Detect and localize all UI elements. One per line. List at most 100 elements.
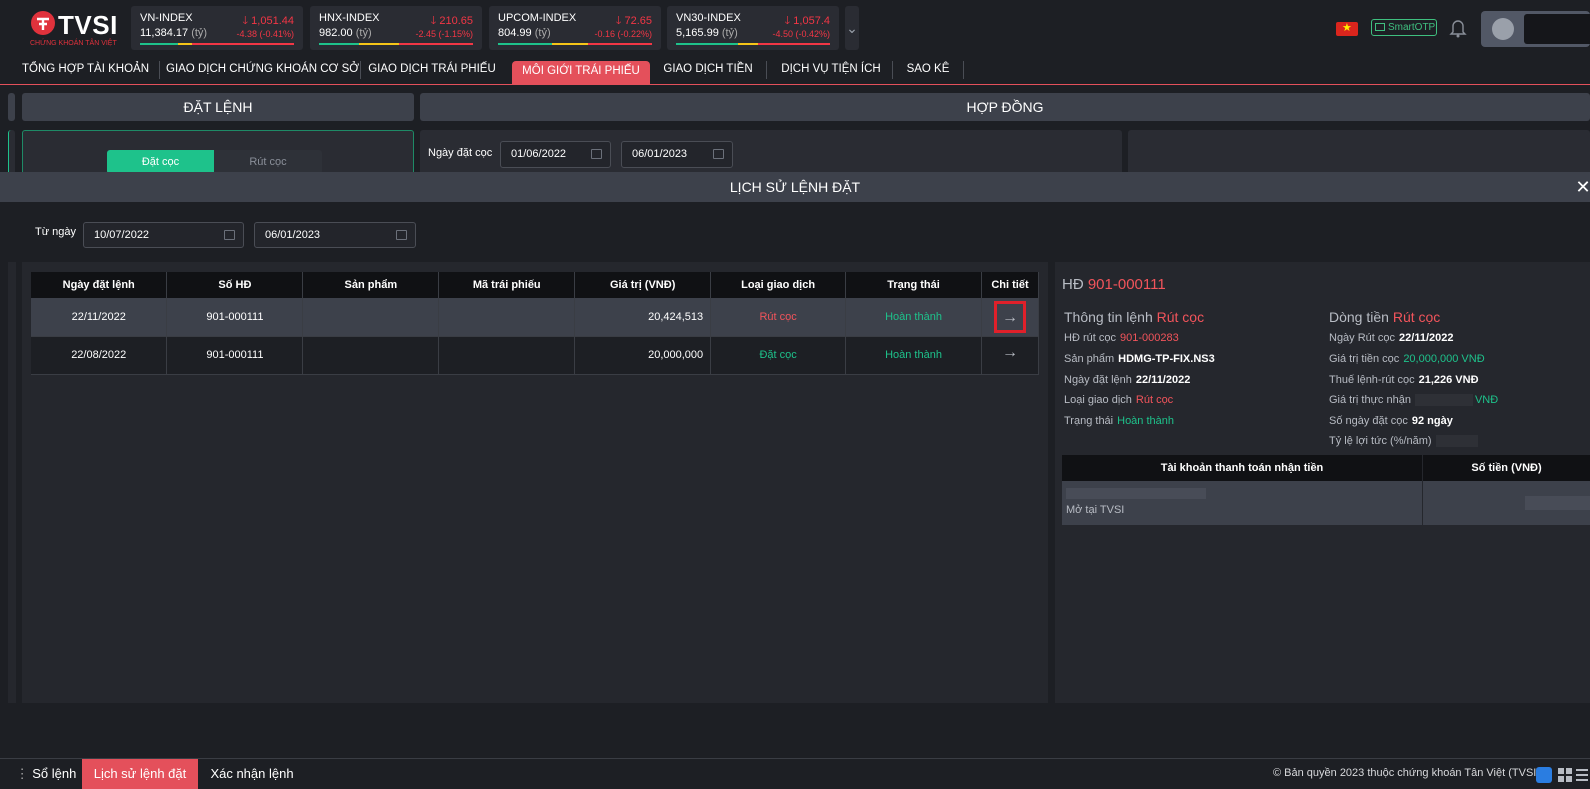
masked-account — [1066, 488, 1206, 499]
cell-value: 20,424,513 — [574, 298, 712, 337]
history-from-date[interactable]: 10/07/2022 — [83, 222, 244, 248]
nav-tong-hop[interactable]: TỔNG HỢP TÀI KHOẢN — [18, 61, 153, 85]
cell-product — [302, 298, 440, 337]
tab-hop-dong[interactable]: HỢP ĐỒNG — [420, 93, 1590, 121]
date-value: 01/06/2022 — [511, 148, 567, 160]
user-menu[interactable] — [1481, 11, 1590, 47]
logo-brand: TVSI — [58, 10, 118, 40]
nav-separator — [159, 61, 160, 79]
cell-detail: → — [981, 336, 1040, 375]
kv-ngay-rut-coc: Ngày Rút cọc 22/11/2022 — [1329, 332, 1454, 344]
calendar-icon — [591, 149, 602, 159]
zalo-icon[interactable] — [1536, 767, 1552, 783]
cell-status: Hoàn thành — [845, 336, 982, 375]
index-volume: 982.00 (tỷ) — [319, 27, 372, 39]
tab-lich-su-lenh-dat[interactable]: Lịch sử lệnh đặt — [82, 759, 198, 789]
nav-separator — [766, 61, 767, 79]
bell-icon[interactable] — [1449, 18, 1467, 38]
index-breadth-bar — [319, 43, 473, 45]
withdraw-button[interactable]: Rút cọc — [214, 150, 322, 174]
logo-tagline: CHỨNG KHOÁN TÂN VIỆT — [30, 40, 117, 47]
nav-separator — [963, 61, 964, 79]
history-to-date[interactable]: 06/01/2023 — [254, 222, 416, 248]
main-nav: TỔNG HỢP TÀI KHOẢN GIAO DỊCH CHỨNG KHOÁN… — [0, 57, 1590, 85]
kv-trang-thai: Trạng thái Hoàn thành — [1064, 415, 1175, 427]
cashflow-title: Dòng tiền Rút cọc — [1329, 309, 1441, 325]
index-volume: 5,165.99 (tỷ) — [676, 27, 738, 39]
grid-layout-icon[interactable] — [1557, 767, 1573, 783]
index-card-vn[interactable]: VN-INDEX 🡓 1,051.44 11,384.17 (tỷ) -4.38… — [131, 6, 303, 50]
tab-xac-nhan-lenh[interactable]: Xác nhận lệnh — [198, 759, 306, 789]
index-change: -0.16 (-0.22%) — [594, 29, 652, 39]
index-breadth-bar — [498, 43, 652, 45]
deposit-from-date[interactable]: 01/06/2022 — [500, 141, 611, 168]
cell-date: 22/08/2022 — [31, 336, 168, 375]
nav-giao-dich-co-so[interactable]: GIAO DỊCH CHỨNG KHOÁN CƠ SỞ — [166, 61, 359, 85]
arrow-right-icon[interactable]: → — [994, 339, 1026, 371]
history-modal-header: LỊCH SỬ LỆNH ĐẶT ✕ — [0, 172, 1590, 202]
kv-ngay-dat-lenh: Ngày đặt lệnh 22/11/2022 — [1064, 374, 1191, 386]
calendar-icon — [224, 230, 235, 240]
cell-date: 22/11/2022 — [31, 298, 168, 337]
kv-gia-tri-tien-coc: Giá trị tiền cọc 20,000,000 VNĐ — [1329, 353, 1485, 365]
modal-title: LỊCH SỬ LỆNH ĐẶT — [729, 179, 861, 195]
handle-dots: ⋮ — [15, 766, 33, 781]
contract-detail-panel — [1128, 130, 1590, 176]
cell-bond — [438, 298, 576, 337]
nav-moi-gioi-trai-phieu[interactable]: MÔI GIỚI TRÁI PHIẾU — [512, 61, 650, 85]
masked-value — [1414, 394, 1473, 407]
tab-dat-lenh[interactable]: ĐẶT LỆNH — [22, 93, 414, 121]
index-change: -2.45 (-1.15%) — [415, 29, 473, 39]
index-name: HNX-INDEX — [319, 12, 380, 24]
kv-thue-lenh: Thuế lệnh-rút cọc 21,226 VNĐ — [1329, 374, 1479, 386]
index-change: -4.38 (-0.41%) — [236, 29, 294, 39]
index-name: VN-INDEX — [140, 12, 193, 24]
cell-status: Hoàn thành — [845, 298, 982, 337]
kv-ty-le-loi-tuc: Tỷ lệ lợi tức (%/năm) — [1329, 435, 1478, 448]
index-card-upcom[interactable]: UPCOM-INDEX 🡓 72.65 804.99 (tỷ) -0.16 (-… — [489, 6, 661, 50]
nav-giao-dich-trai-phieu[interactable]: GIAO DỊCH TRÁI PHIẾU — [367, 61, 497, 85]
index-card-hnx[interactable]: HNX-INDEX 🡓 210.65 982.00 (tỷ) -2.45 (-1… — [310, 6, 482, 50]
top-bar: TVSI CHỨNG KHOÁN TÂN VIỆT VN-INDEX 🡓 1,0… — [0, 0, 1590, 57]
arrow-down-icon: 🡓 — [242, 15, 252, 27]
deposit-button[interactable]: Đặt cọc — [107, 150, 214, 174]
cell-contract: 901-000111 — [166, 298, 304, 337]
index-card-vn30[interactable]: VN30-INDEX 🡓 1,057.4 5,165.99 (tỷ) -4.50… — [667, 6, 839, 50]
left-strip — [8, 262, 16, 703]
deposit-to-date[interactable]: 06/01/2023 — [621, 141, 733, 168]
detail-title: HĐ 901-000111 — [1062, 276, 1166, 293]
list-layout-icon[interactable] — [1576, 767, 1588, 783]
account-row[interactable]: Mở tại TVSI — [1062, 455, 1590, 525]
side-panel — [8, 130, 15, 176]
account-table-header: Tài khoản thanh toán nhận tiền Số tiền (… — [1062, 455, 1590, 481]
kv-gia-tri-thuc-nhan: Giá trị thực nhận VNĐ — [1329, 394, 1499, 407]
vietnam-flag-icon[interactable] — [1336, 21, 1358, 36]
col-ma-trai-phieu: Mã trái phiếu — [438, 272, 576, 298]
deposit-withdraw-toggle: Đặt cọc Rút cọc — [107, 150, 322, 174]
deposit-date-label: Ngày đặt cọc — [428, 147, 493, 159]
user-name-masked — [1524, 14, 1590, 44]
nav-dich-vu-tien-ich[interactable]: DỊCH VỤ TIỆN ÍCH — [776, 61, 886, 85]
history-table: Ngày đặt lệnh Số HĐ Sản phẩm Mã trái phi… — [31, 272, 1040, 375]
cell-bond — [438, 336, 576, 375]
table-row[interactable]: 22/11/2022 901-000111 20,424,513 Rút cọc… — [31, 298, 1040, 337]
chevron-down-icon[interactable]: ⌄ — [845, 6, 859, 50]
tvsi-logo[interactable]: TVSI CHỨNG KHOÁN TÂN VIỆT — [30, 10, 120, 50]
date-value: 06/01/2023 — [265, 229, 321, 241]
calendar-icon — [396, 230, 407, 240]
arrow-right-icon[interactable]: → — [993, 300, 1026, 333]
kv-loai-giao-dich: Loại giao dịch Rút cọc — [1064, 394, 1174, 406]
tab-so-lenh[interactable]: ⋮ Sổ lệnh — [10, 759, 82, 789]
footer: ⋮ Sổ lệnh Lịch sử lệnh đặt Xác nhận lệnh… — [0, 758, 1590, 789]
collapse-handle[interactable] — [8, 93, 15, 121]
smart-otp-button[interactable]: SmartOTP — [1371, 19, 1437, 36]
cell-detail: → — [981, 298, 1040, 337]
kv-san-pham: Sản phẩm HDMG-TP-FIX.NS3 — [1064, 353, 1215, 365]
table-row[interactable]: 22/08/2022 901-000111 20,000,000 Đặt cọc… — [31, 336, 1040, 375]
close-icon[interactable]: ✕ — [1574, 178, 1590, 196]
kv-hd-rut-coc: HĐ rút cọc 901-000283 — [1064, 332, 1179, 344]
tab-label: Sổ lệnh — [32, 766, 77, 781]
nav-giao-dich-tien[interactable]: GIAO DỊCH TIỀN — [660, 61, 756, 85]
nav-separator — [892, 61, 893, 79]
nav-sao-ke[interactable]: SAO KÊ — [898, 61, 958, 85]
